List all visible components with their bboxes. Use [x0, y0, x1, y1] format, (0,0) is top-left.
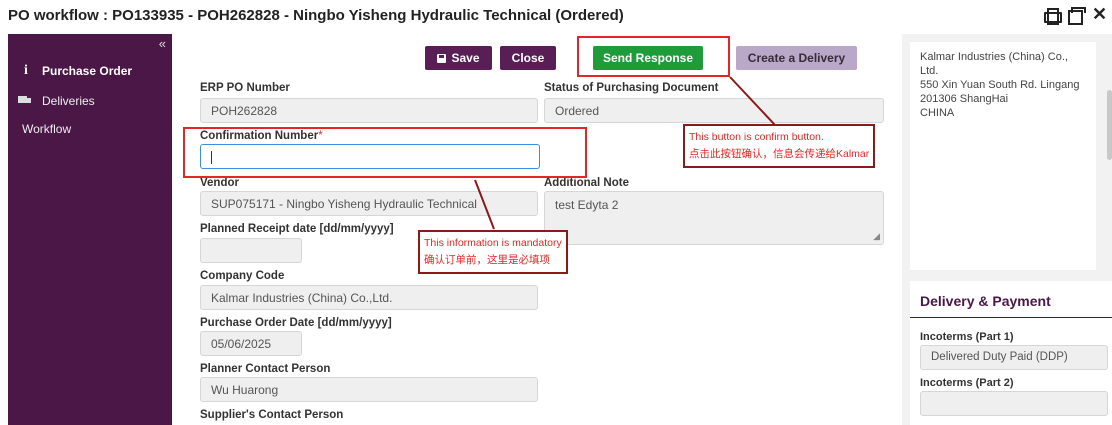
- send-response-highlight: [577, 36, 730, 77]
- info-icon: i: [24, 63, 28, 78]
- collapse-sidebar-icon[interactable]: «: [159, 36, 166, 51]
- sidebar-item-purchase-order[interactable]: i Purchase Order: [8, 58, 172, 84]
- po-date-label: Purchase Order Date [dd/mm/yyyy]: [200, 317, 392, 329]
- sidebar-item-label: Deliveries: [42, 94, 95, 108]
- incoterms2-field: [920, 391, 1108, 416]
- close-button[interactable]: Close: [500, 46, 556, 70]
- address-line: CHINA: [920, 107, 955, 119]
- toolbar: Save Close Send Response Create a Delive…: [172, 34, 902, 78]
- additional-note-text: test Edyta 2: [555, 198, 619, 212]
- planned-receipt-label: Planned Receipt date [dd/mm/yyyy]: [200, 223, 394, 235]
- sidebar-item-deliveries[interactable]: Deliveries: [8, 88, 172, 114]
- vendor-label: Vendor: [200, 177, 239, 189]
- po-workflow-window: PO workflow : PO133935 - POH262828 - Nin…: [0, 0, 1112, 425]
- sidebar-item-workflow[interactable]: Workflow: [8, 116, 172, 142]
- company-code-label: Company Code: [200, 270, 285, 282]
- window-icon[interactable]: [1068, 7, 1086, 25]
- erp-po-number-label: ERP PO Number: [200, 82, 290, 94]
- sidebar-item-label: Workflow: [22, 122, 72, 136]
- vendor-field: SUP075171 - Ningbo Yisheng Hydraulic Tec…: [200, 191, 538, 216]
- delivery-payment-title: Delivery & Payment: [920, 293, 1051, 309]
- delivery-payment-card: Delivery & Payment Incoterms (Part 1) De…: [910, 281, 1112, 425]
- additional-note-textarea[interactable]: test Edyta 2 ◢: [544, 191, 884, 245]
- window-controls: ✕: [1044, 5, 1107, 25]
- incoterms1-label: Incoterms (Part 1): [920, 331, 1014, 343]
- address-line: 201306 ShangHai: [920, 93, 1009, 105]
- create-delivery-button[interactable]: Create a Delivery: [736, 46, 857, 70]
- save-icon: [437, 53, 447, 63]
- address-card: Kalmar Industries (China) Co., Ltd. 550 …: [910, 42, 1096, 270]
- sidebar-item-label: Purchase Order: [42, 64, 133, 78]
- close-icon[interactable]: ✕: [1092, 5, 1107, 23]
- erp-po-number-field: POH262828: [200, 98, 538, 123]
- save-button[interactable]: Save: [425, 46, 492, 70]
- mandatory-note: This information is mandatory 确认订单前，这里是必…: [418, 230, 568, 274]
- status-field: Ordered: [544, 98, 884, 123]
- confirmation-number-highlight: [183, 127, 587, 178]
- title-bar: PO workflow : PO133935 - POH262828 - Nin…: [0, 0, 1112, 34]
- supplier-contact-label: Supplier's Contact Person: [200, 409, 344, 421]
- planner-label: Planner Contact Person: [200, 363, 331, 375]
- sidebar: « i Purchase Order Deliveries Workflow: [8, 34, 172, 425]
- incoterms2-label: Incoterms (Part 2): [920, 377, 1014, 389]
- incoterms1-field: Delivered Duty Paid (DDP): [920, 345, 1108, 370]
- divider: [910, 317, 1112, 318]
- scrollbar-thumb[interactable]: [1107, 90, 1112, 160]
- window-title: PO workflow : PO133935 - POH262828 - Nin…: [8, 7, 624, 24]
- send-response-note: This button is confirm button. 点击此按钮确认，信…: [683, 124, 876, 168]
- planned-receipt-input[interactable]: [200, 238, 302, 263]
- resize-handle-icon[interactable]: ◢: [873, 231, 880, 242]
- status-label: Status of Purchasing Document: [544, 82, 719, 94]
- address-line: 550 Xin Yuan South Rd. Lingang: [920, 79, 1080, 91]
- save-button-label: Save: [451, 51, 480, 65]
- address-line: Kalmar Industries (China) Co., Ltd.: [920, 51, 1068, 77]
- company-code-field: Kalmar Industries (China) Co.,Ltd.: [200, 285, 538, 310]
- print-icon[interactable]: [1044, 7, 1062, 25]
- truck-icon: [18, 96, 32, 106]
- additional-note-label: Additional Note: [544, 177, 629, 189]
- right-panel: Kalmar Industries (China) Co., Ltd. 550 …: [902, 34, 1112, 425]
- po-date-field: 05/06/2025: [200, 331, 302, 356]
- planner-field: Wu Huarong: [200, 377, 538, 402]
